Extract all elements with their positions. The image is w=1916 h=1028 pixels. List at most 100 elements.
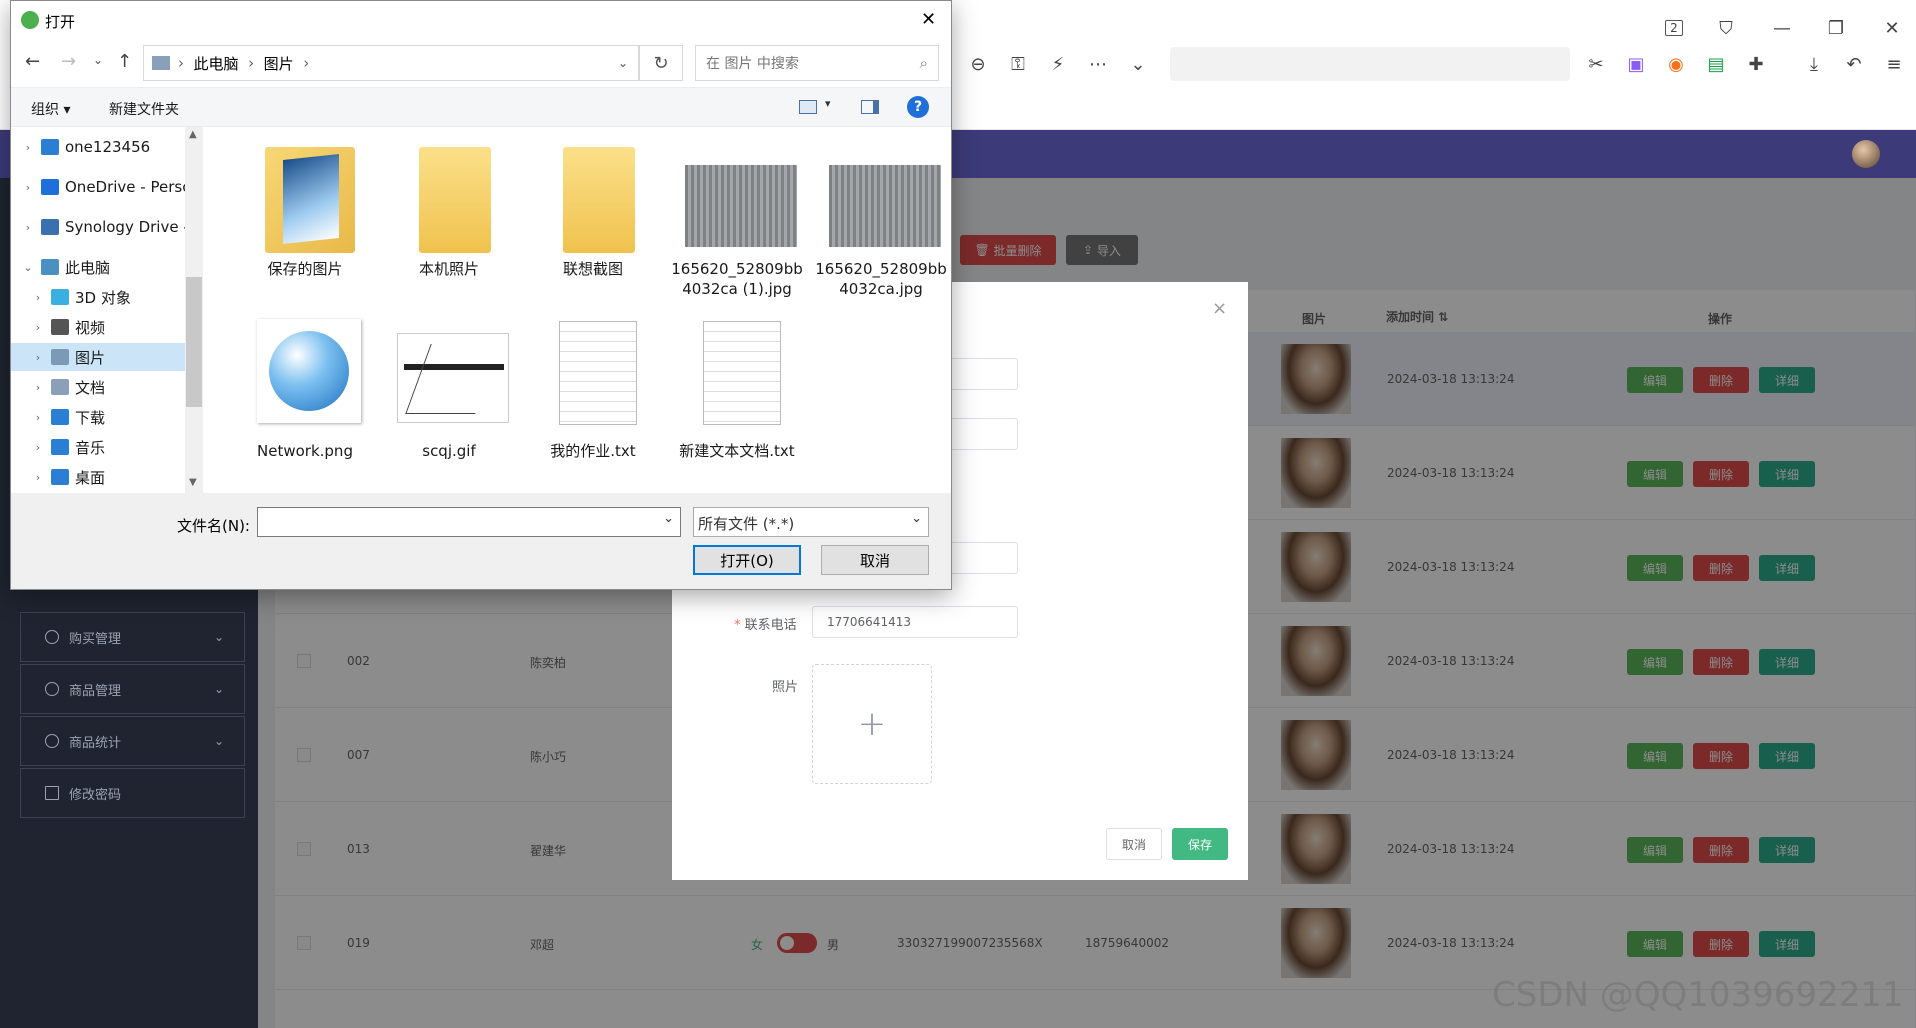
back-icon[interactable]: ←: [25, 51, 40, 72]
sidebar-item-goods[interactable]: 商品管理 ⌄: [20, 664, 245, 714]
tree-item[interactable]: › 视频: [11, 313, 195, 341]
phone-label: * 联系电话: [734, 618, 797, 633]
close-icon[interactable]: ✕: [921, 9, 936, 30]
expand-icon[interactable]: ›: [31, 411, 45, 424]
preview-pane-icon[interactable]: [861, 100, 879, 114]
translate-icon[interactable]: ▣: [1622, 50, 1650, 78]
history-chevron-icon[interactable]: ⌄: [93, 53, 103, 67]
tree-item[interactable]: › 图片: [11, 343, 195, 371]
chevron-down-icon[interactable]: ⌄: [1124, 50, 1152, 78]
view-chevron-icon[interactable]: ▾: [825, 97, 831, 110]
up-icon[interactable]: ↑: [117, 51, 132, 72]
tab-count-icon[interactable]: 2: [1660, 14, 1688, 42]
scrollbar-thumb[interactable]: [186, 277, 202, 407]
phone-field[interactable]: 17706641413: [812, 606, 1018, 638]
user-avatar[interactable]: [1852, 140, 1880, 168]
tree-item[interactable]: › 文档: [11, 373, 195, 401]
file-thumbnail: [559, 321, 637, 425]
file-name: 新建文本文档.txt: [679, 442, 795, 460]
file-item[interactable]: 我的作业.txt: [523, 317, 663, 477]
zoom-out-icon[interactable]: ⊖: [964, 50, 992, 78]
folder-icon: [41, 139, 59, 155]
tree-item[interactable]: › Synology Drive -: [11, 213, 195, 241]
view-icon[interactable]: [799, 100, 817, 114]
file-item[interactable]: 新建文本文档.txt: [667, 317, 807, 477]
file-item[interactable]: 165620_52809bb4032ca (1).jpg: [667, 147, 807, 307]
filename-input[interactable]: ⌄: [257, 507, 681, 537]
pictures-icon: [152, 56, 170, 70]
expand-icon[interactable]: ⌄: [21, 261, 35, 274]
file-item[interactable]: 联想截图: [523, 147, 663, 307]
tree-item[interactable]: › one123456: [11, 133, 195, 161]
scroll-up-icon[interactable]: ▲: [189, 129, 197, 140]
file-name: 保存的图片: [267, 260, 343, 278]
organize-button[interactable]: 组织 ▾: [31, 99, 70, 119]
sidebar-item-stats[interactable]: 商品统计 ⌄: [20, 716, 245, 766]
tree-item[interactable]: ⌄ 此电脑: [11, 253, 195, 281]
tree-item[interactable]: › 3D 对象: [11, 283, 195, 311]
chevron-down-icon[interactable]: ⌄: [618, 56, 628, 70]
dialog-navbar: ← → ⌄ ↑ › 此电脑 › 图片 › ⌄ ↻ 在 图片 中搜索 ⌕: [11, 39, 951, 87]
address-bar[interactable]: › 此电脑 › 图片 › ⌄: [143, 45, 639, 81]
expand-icon[interactable]: ›: [31, 351, 45, 364]
folder-icon: [265, 147, 355, 253]
file-item[interactable]: Network.png: [235, 317, 375, 477]
tree-item[interactable]: › 桌面: [11, 463, 195, 491]
restore-icon[interactable]: ❐: [1822, 14, 1850, 42]
menu-icon[interactable]: ≡: [1880, 50, 1908, 78]
folder-icon: [51, 469, 69, 485]
close-window-icon[interactable]: ✕: [1878, 14, 1906, 42]
filetype-select[interactable]: 所有文件 (*.*) ⌄: [693, 507, 929, 537]
lightning-icon[interactable]: ⚡: [1044, 50, 1072, 78]
file-item[interactable]: scqj.gif: [379, 317, 519, 477]
plus-icon: +: [857, 704, 887, 744]
chevron-down-icon[interactable]: ⌄: [663, 511, 674, 526]
tree-scrollbar[interactable]: ▲ ▼: [185, 127, 203, 493]
scroll-down-icon[interactable]: ▼: [189, 477, 197, 488]
sidebar-item-password[interactable]: 修改密码: [20, 768, 245, 818]
game-icon[interactable]: ◉: [1662, 50, 1690, 78]
file-thumbnail: [397, 333, 509, 423]
expand-icon[interactable]: ›: [21, 221, 35, 234]
open-button[interactable]: 打开(O): [693, 545, 801, 575]
folder-icon: [51, 379, 69, 395]
search-box[interactable]: [1170, 47, 1570, 81]
cancel-button[interactable]: 取消: [1106, 828, 1162, 860]
refresh-icon[interactable]: ↻: [639, 45, 683, 81]
download-icon[interactable]: ⤓: [1800, 50, 1828, 78]
file-item[interactable]: 165620_52809bb4032ca.jpg: [811, 147, 951, 307]
tree-item[interactable]: › 下载: [11, 403, 195, 431]
expand-icon[interactable]: ›: [31, 381, 45, 394]
expand-icon[interactable]: ›: [21, 141, 35, 154]
expand-icon[interactable]: ›: [31, 321, 45, 334]
close-icon[interactable]: ×: [1212, 298, 1227, 319]
file-item[interactable]: 保存的图片: [235, 147, 375, 307]
shirt-icon[interactable]: ⛉: [1712, 14, 1740, 42]
tree-item[interactable]: › 音乐: [11, 433, 195, 461]
search-input[interactable]: 在 图片 中搜索 ⌕: [695, 45, 939, 81]
tree-item[interactable]: › OneDrive - Persc: [11, 173, 195, 201]
file-name: Network.png: [257, 442, 353, 460]
breadcrumb-pc[interactable]: 此电脑: [194, 53, 239, 74]
new-folder-button[interactable]: 新建文件夹: [109, 99, 179, 119]
undo-icon[interactable]: ↶: [1840, 50, 1868, 78]
sidebar-item-purchase[interactable]: 购买管理 ⌄: [20, 612, 245, 662]
cancel-button[interactable]: 取消: [821, 545, 929, 575]
expand-icon[interactable]: ›: [31, 441, 45, 454]
expand-icon[interactable]: ›: [31, 291, 45, 304]
photo-upload[interactable]: +: [812, 664, 932, 784]
extensions-icon[interactable]: ✚: [1742, 50, 1770, 78]
help-icon[interactable]: ?: [907, 96, 929, 118]
folder-icon: [419, 147, 491, 253]
key-icon[interactable]: ⚿: [1004, 50, 1032, 78]
file-item[interactable]: 本机照片: [379, 147, 519, 307]
expand-icon[interactable]: ›: [21, 181, 35, 194]
more-icon[interactable]: ⋯: [1084, 50, 1112, 78]
forward-icon[interactable]: →: [61, 51, 76, 72]
breadcrumb-pictures[interactable]: 图片: [264, 53, 294, 74]
save-button[interactable]: 保存: [1172, 828, 1228, 860]
expand-icon[interactable]: ›: [31, 471, 45, 484]
minimize-icon[interactable]: —: [1768, 14, 1796, 42]
book-icon[interactable]: ▤: [1702, 50, 1730, 78]
scissors-icon[interactable]: ✂: [1582, 50, 1610, 78]
